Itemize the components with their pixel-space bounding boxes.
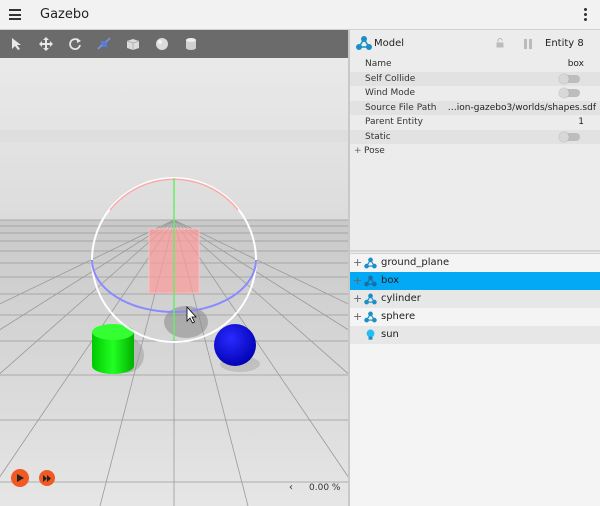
tree-item-label: sphere (381, 311, 416, 322)
wind-mode-toggle[interactable] (559, 88, 580, 98)
tree-item-label: ground_plane (381, 257, 450, 268)
translate-tool-icon[interactable] (36, 34, 56, 54)
model-icon (356, 36, 372, 50)
tree-item-cylinder[interactable]: + cylinder (350, 290, 600, 308)
cylinder-shape-icon[interactable] (181, 34, 201, 54)
property-source-file: Source File Path …ion-gazebo3/worlds/sha… (350, 100, 600, 115)
property-label: Parent Entity (365, 117, 423, 127)
transform-control-icon[interactable] (94, 34, 114, 54)
select-tool-icon[interactable] (7, 34, 27, 54)
tree-item-label: box (381, 275, 400, 286)
property-pose[interactable]: + Pose (350, 144, 600, 159)
sphere-shape-icon[interactable] (152, 34, 172, 54)
tree-item-sphere[interactable]: + sphere (350, 308, 600, 326)
tree-item-box[interactable]: + box (350, 272, 600, 290)
play-button[interactable] (11, 469, 29, 487)
model-icon (364, 275, 377, 287)
lock-icon[interactable] (495, 38, 505, 48)
pause-icon[interactable] (523, 39, 533, 49)
tree-item-label: cylinder (381, 293, 421, 304)
component-type-label: Model (374, 38, 405, 49)
scene-render (0, 30, 348, 506)
property-label: Source File Path (365, 102, 437, 113)
property-name: Name box (350, 57, 600, 72)
expand-icon[interactable]: + (353, 308, 362, 326)
component-inspector-header: Model Entity 8 (350, 30, 600, 57)
box-shape-icon[interactable] (123, 34, 143, 54)
property-label: Name (365, 59, 392, 69)
self-collide-toggle[interactable] (559, 73, 580, 84)
more-options-icon[interactable] (582, 8, 588, 22)
property-self-collide: Self Collide (350, 71, 600, 86)
component-properties: Name box Self Collide Wind Mode Source F… (350, 57, 600, 159)
stats-expand-arrow[interactable]: ‹ (289, 482, 293, 493)
model-icon (364, 293, 377, 305)
model-icon (364, 311, 377, 323)
property-label: Self Collide (365, 73, 416, 84)
expand-icon[interactable]: + (354, 144, 362, 159)
property-label: Static (365, 131, 391, 142)
entity-id-label: Entity 8 (545, 38, 584, 49)
property-label: Pose (364, 146, 385, 156)
tree-item-sun[interactable]: sun (350, 326, 600, 344)
entity-tree: + ground_plane + box + cylinder + sphere… (350, 253, 600, 506)
model-icon (364, 257, 377, 269)
static-toggle[interactable] (559, 131, 580, 142)
light-bulb-icon (366, 329, 375, 340)
menu-icon[interactable] (9, 9, 21, 20)
title-bar: Gazebo (0, 0, 600, 30)
parent-entity-value: 1 (578, 117, 584, 127)
property-static: Static (350, 129, 600, 144)
right-panel: Model Entity 8 Name box Self Collide Win… (350, 30, 600, 506)
expand-icon[interactable]: + (353, 254, 362, 272)
tree-item-label: sun (381, 329, 399, 340)
source-file-value: …ion-gazebo3/worlds/shapes.sdf (447, 102, 596, 113)
scene-toolbar (0, 30, 348, 58)
play-icon (17, 474, 24, 482)
rotate-tool-icon[interactable] (65, 34, 85, 54)
fast-forward-icon (43, 474, 51, 482)
property-parent-entity: Parent Entity 1 (350, 115, 600, 130)
expand-icon[interactable]: + (353, 272, 362, 290)
step-button[interactable] (39, 470, 55, 486)
real-time-factor: 0.00 % (309, 483, 341, 493)
app-title: Gazebo (40, 7, 90, 22)
property-label: Wind Mode (365, 88, 416, 98)
tree-item-ground-plane[interactable]: + ground_plane (350, 254, 600, 272)
panel-divider[interactable] (350, 250, 600, 252)
expand-icon[interactable]: + (353, 290, 362, 308)
property-wind-mode: Wind Mode (350, 86, 600, 101)
name-value: box (567, 59, 584, 69)
scene-3d-viewport[interactable]: ‹ 0.00 % (0, 30, 348, 506)
